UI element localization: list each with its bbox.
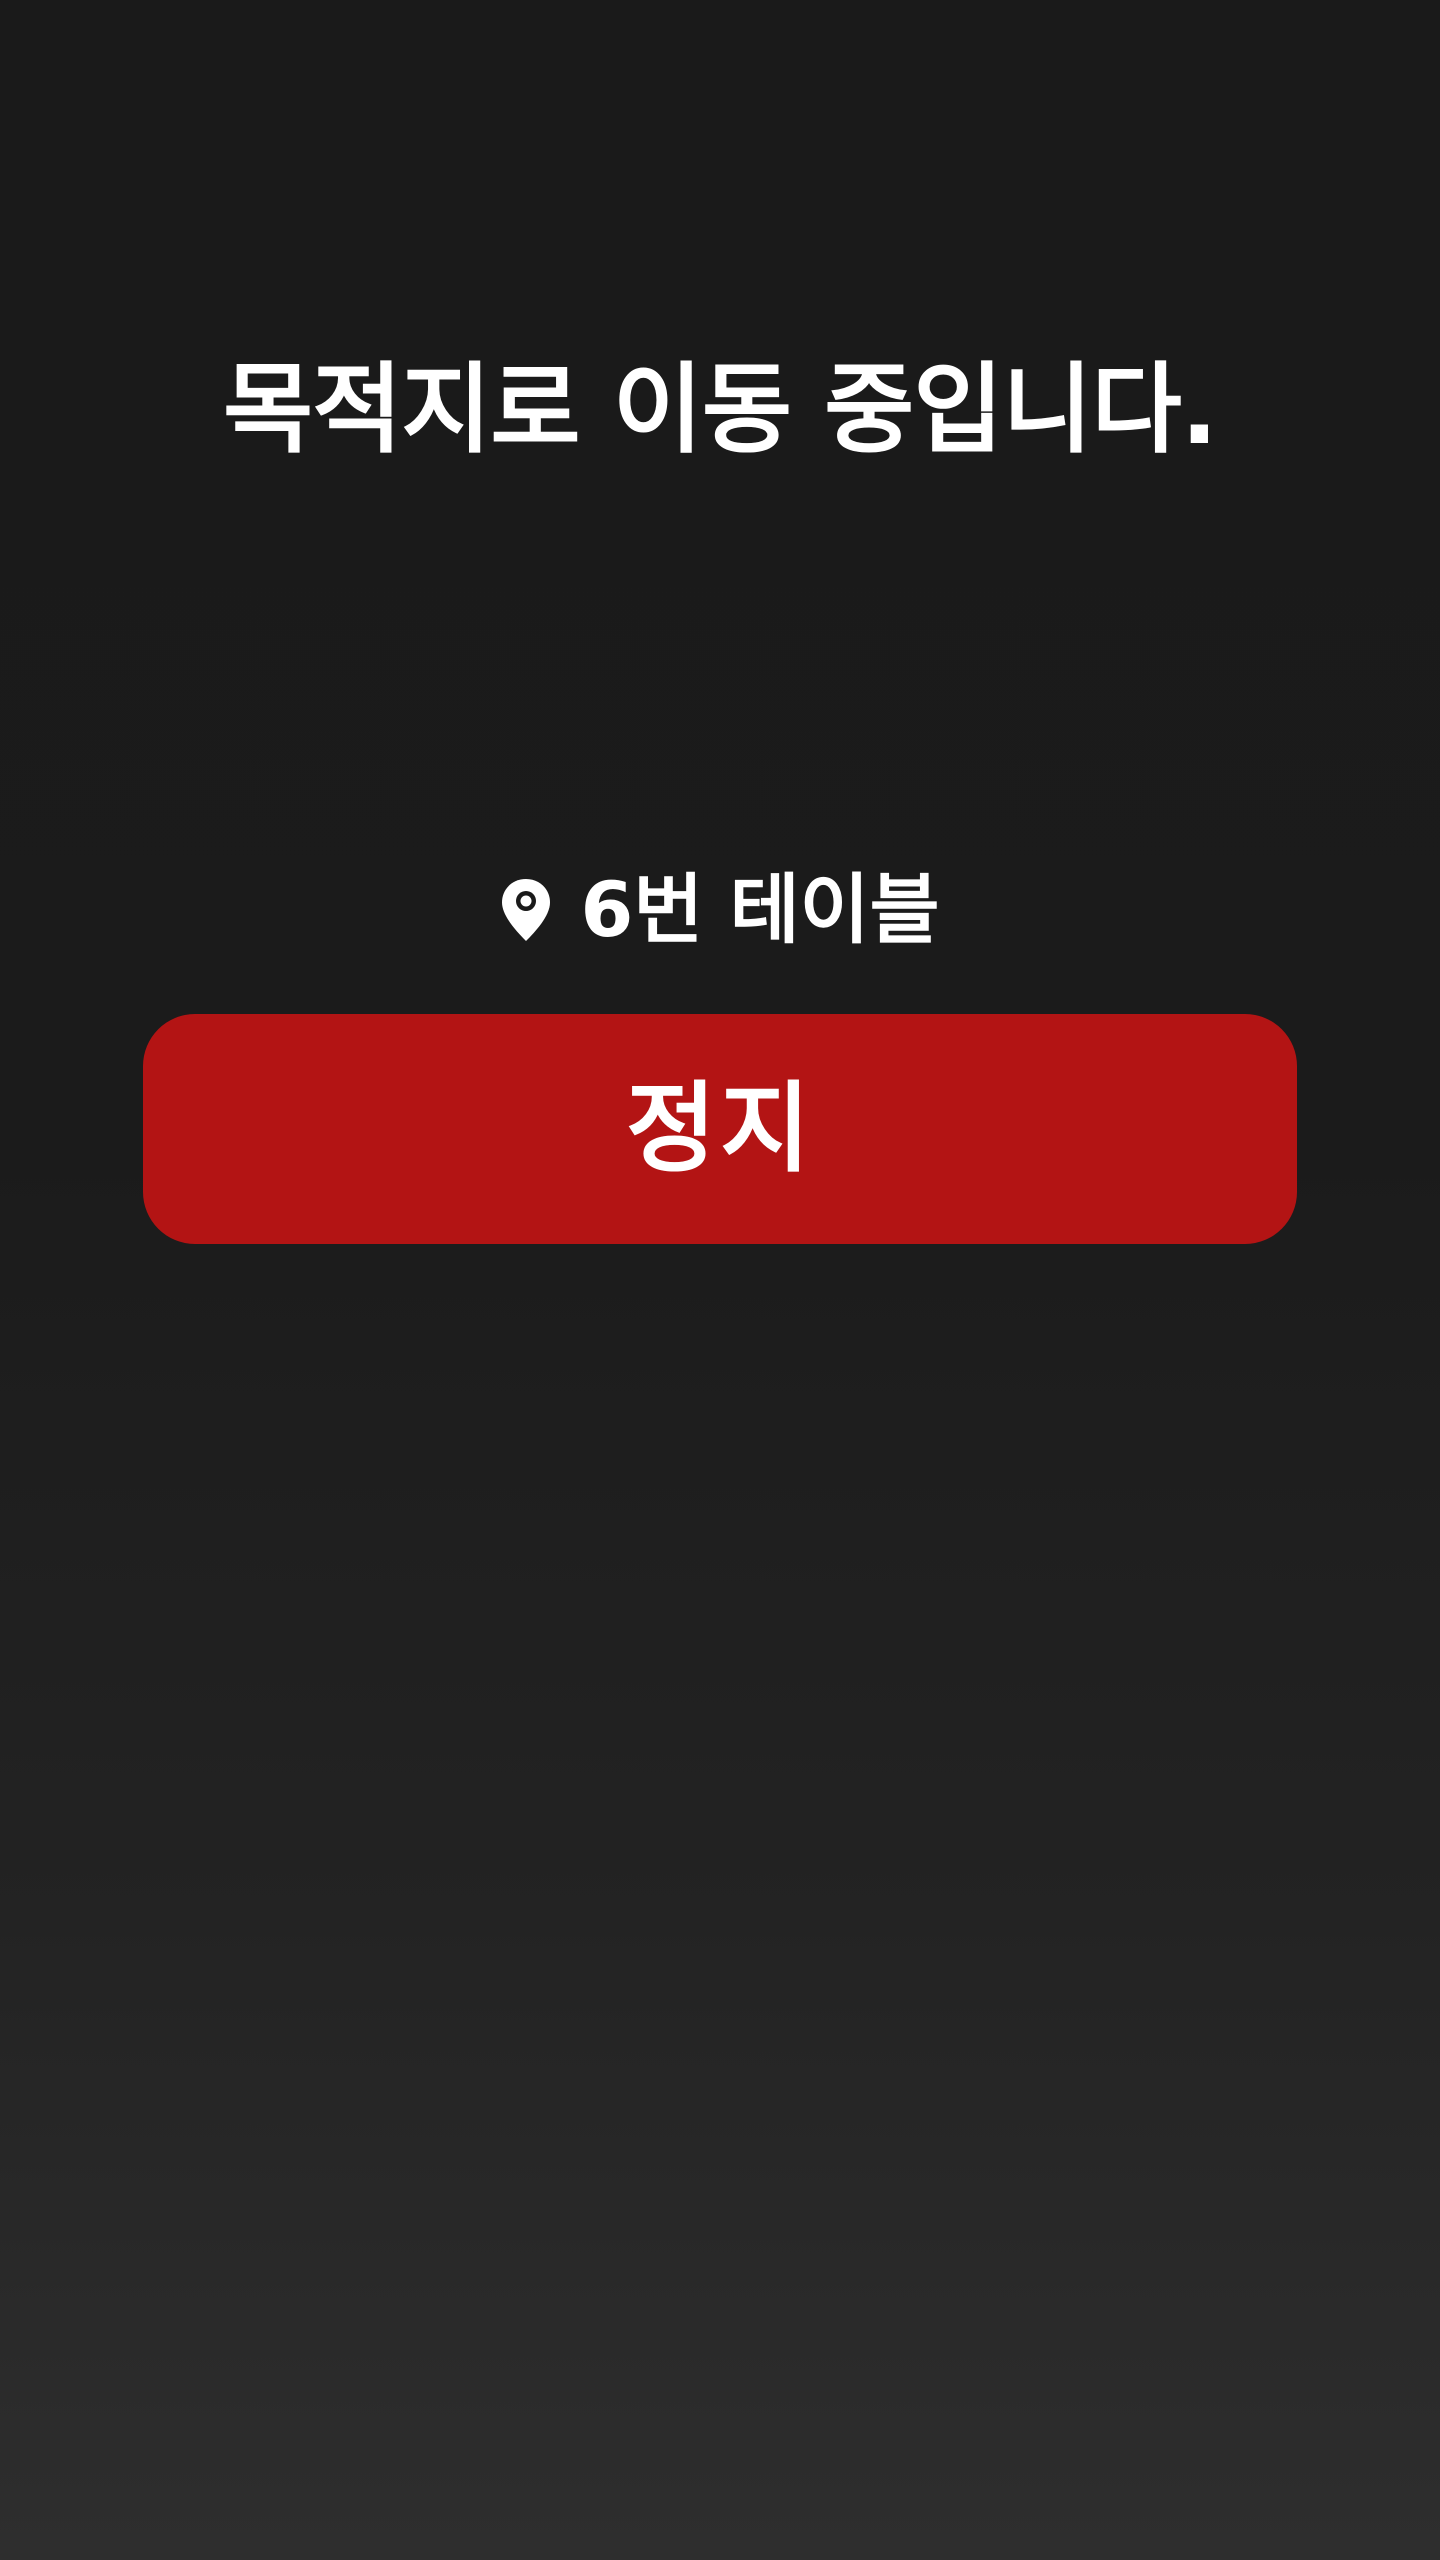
destination-label: 6번 테이블 [580, 865, 940, 954]
stop-button-label: 정지 [625, 1072, 815, 1186]
stop-button[interactable]: 정지 [143, 1014, 1297, 1244]
destination-row: 6번 테이블 [0, 855, 1440, 965]
navigation-status-title: 목적지로 이동 중입니다. [222, 353, 1218, 467]
robot-navigation-screen: 목적지로 이동 중입니다. 6번 테이블 정지 [0, 0, 1440, 2560]
location-pin-icon [500, 877, 552, 943]
